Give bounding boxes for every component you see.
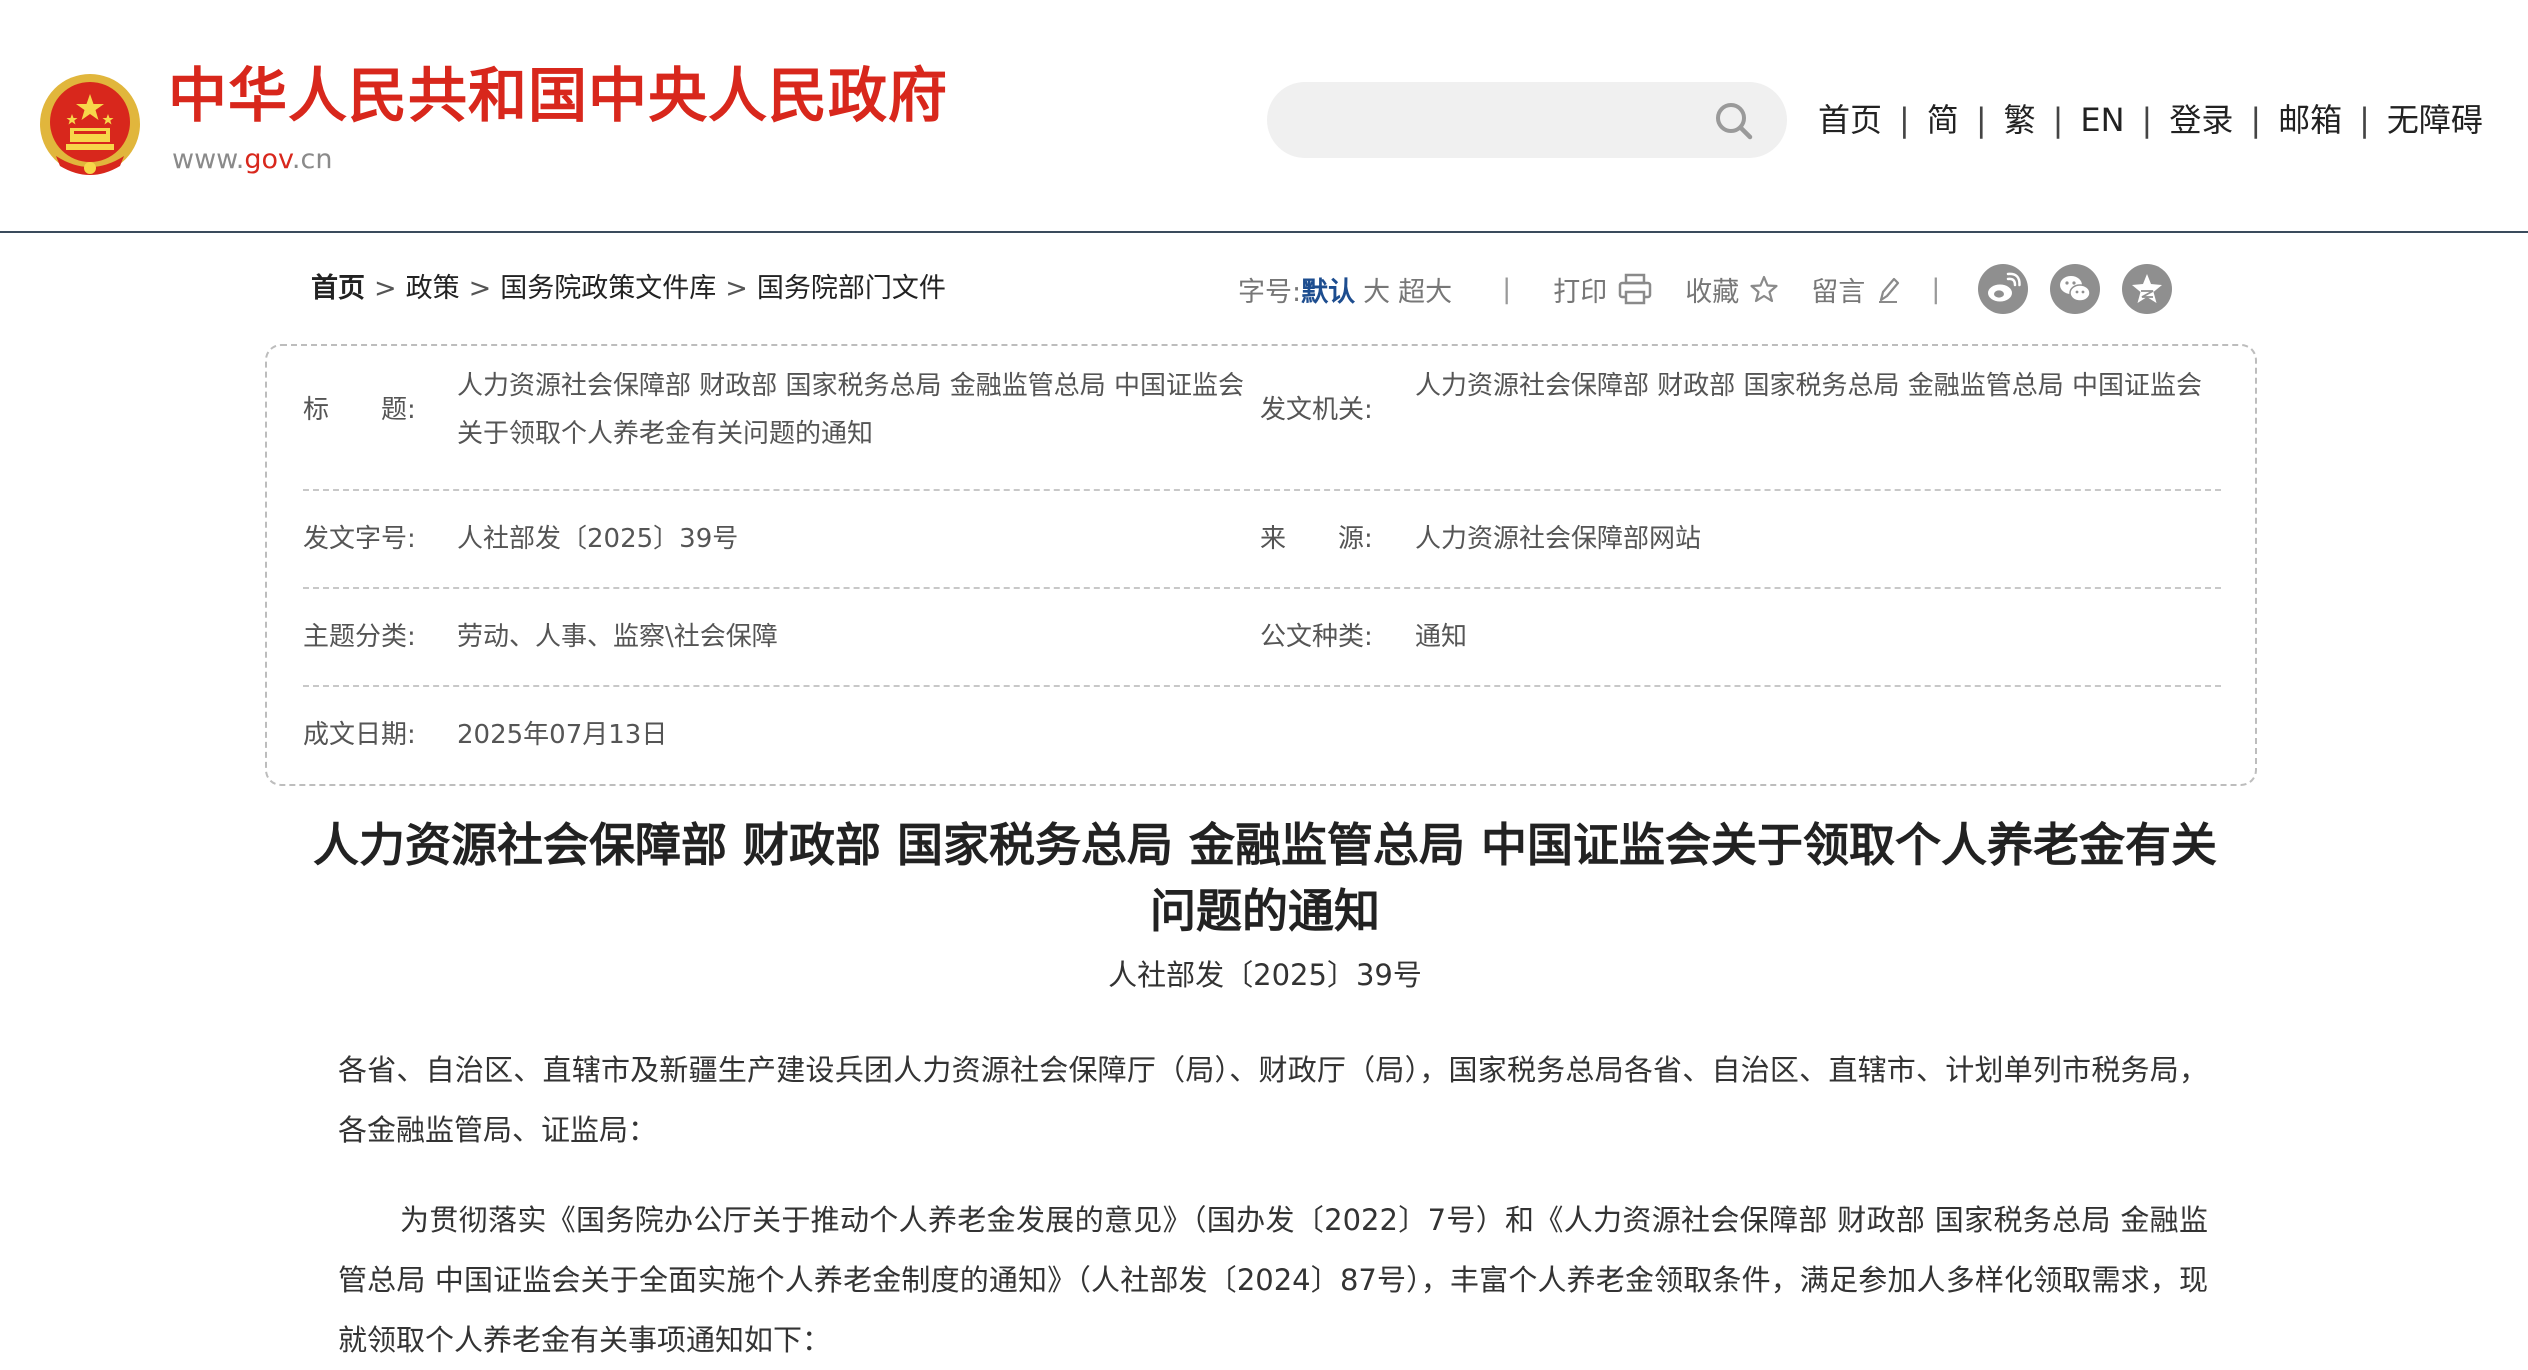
top-nav: 首页 | 简 | 繁 | EN | 登录 | 邮箱 | 无障碍 — [1818, 100, 2483, 140]
qzone-icon — [2132, 274, 2163, 303]
site-url-suffix: .cn — [291, 144, 333, 175]
breadcrumb-policy[interactable]: 政策 — [406, 273, 460, 304]
docno-value: 人社部发〔2025〕39号 — [457, 524, 739, 554]
article-addressee: 各省、自治区、直辖市及新疆生产建设兵团人力资源社会保障厅（局）、财政厅（局），国… — [338, 1053, 2208, 1147]
title-label: 标 题: — [303, 395, 416, 425]
nav-separator: | — [2359, 101, 2370, 139]
printer-icon — [1618, 273, 1652, 305]
source-label: 来 源: — [1260, 524, 1373, 554]
weibo-icon — [1988, 272, 2022, 302]
pencil-icon — [1879, 277, 1900, 303]
info-row-title: 标 题: 人力资源社会保障部 财政部 国家税务总局 金融监管总局 中国证监会关于… — [303, 346, 2221, 491]
document-info-table: 标 题: 人力资源社会保障部 财政部 国家税务总局 金融监管总局 中国证监会关于… — [265, 344, 2257, 786]
info-row-docno: 发文字号: 人社部发〔2025〕39号 来 源: 人力资源社会保障部网站 — [303, 491, 2221, 589]
topic-label: 主题分类: — [303, 622, 416, 652]
docno-label: 发文字号: — [303, 524, 416, 554]
issuer-label: 发文机关: — [1260, 395, 1373, 425]
info-row-topic: 主题分类: 劳动、人事、监察\社会保障 公文种类: 通知 — [303, 589, 2221, 687]
font-size-label: 字号: — [1238, 276, 1302, 308]
nav-separator: | — [2141, 101, 2153, 139]
breadcrumb-separator: > — [468, 273, 492, 304]
article-doc-number: 人社部发〔2025〕39号 — [1108, 958, 1422, 992]
doctype-value: 通知 — [1415, 622, 1468, 652]
nav-traditional-chinese[interactable]: 繁 — [2004, 100, 2036, 140]
nav-home[interactable]: 首页 — [1818, 100, 1882, 140]
search-input[interactable] — [1297, 100, 1677, 140]
search-icon[interactable] — [1711, 98, 1757, 144]
nav-login[interactable]: 登录 — [2169, 100, 2233, 140]
site-title[interactable]: 中华人民共和国中央人民政府 — [168, 66, 948, 125]
nav-english[interactable]: EN — [2080, 100, 2124, 140]
date-label: 成文日期: — [303, 720, 416, 750]
breadcrumb-department-documents[interactable]: 国务院部门文件 — [757, 273, 946, 304]
topic-value: 劳动、人事、监察\社会保障 — [457, 622, 778, 652]
toolbar-separator: | — [1502, 273, 1512, 305]
comment-label: 留言 — [1811, 276, 1866, 308]
site-url-highlight: gov — [244, 144, 292, 175]
favorite-label: 收藏 — [1685, 276, 1740, 308]
font-size-extra-large[interactable]: 超大 — [1398, 270, 1452, 309]
breadcrumb-policy-library[interactable]: 国务院政策文件库 — [500, 273, 716, 304]
search-box — [1267, 82, 1787, 158]
toolbar-separator: | — [1931, 273, 1941, 305]
article-toolbar: 字号: 默认 大 超大 | 打印 收藏 留言 | — [1238, 264, 2173, 314]
breadcrumb: 首页 > 政策 > 国务院政策文件库 > 国务院部门文件 — [311, 271, 946, 307]
national-emblem-logo[interactable] — [36, 70, 144, 182]
article-paragraph: 为贯彻落实《国务院办公厅关于推动个人养老金发展的意见》（国办发〔2022〕7号）… — [338, 1203, 2208, 1357]
print-button[interactable]: 打印 — [1553, 270, 1653, 309]
article-title: 人力资源社会保障部 财政部 国家税务总局 金融监管总局 中国证监会关于领取个人养… — [312, 818, 2218, 938]
title-value: 人力资源社会保障部 财政部 国家税务总局 金融监管总局 中国证监会关于领取个人养… — [457, 371, 1245, 449]
site-header: 中华人民共和国中央人民政府 www.gov.cn 首页 | 简 | 繁 | EN… — [0, 0, 2528, 233]
wechat-share-button[interactable] — [2050, 264, 2101, 314]
info-row-date: 成文日期: 2025年07月13日 — [303, 687, 2221, 783]
source-value: 人力资源社会保障部网站 — [1415, 524, 1702, 554]
nav-simplified-chinese[interactable]: 简 — [1927, 100, 1959, 140]
nav-separator: | — [2250, 101, 2262, 139]
site-url-prefix: www. — [172, 144, 245, 175]
date-value: 2025年07月13日 — [457, 720, 668, 750]
breadcrumb-separator: > — [725, 273, 748, 304]
wechat-icon — [2060, 276, 2092, 302]
font-size-default[interactable]: 默认 — [1301, 270, 1355, 309]
breadcrumb-separator: > — [374, 273, 397, 304]
site-url[interactable]: www.gov.cn — [172, 146, 332, 173]
doctype-label: 公文种类: — [1260, 622, 1373, 652]
breadcrumb-home[interactable]: 首页 — [311, 273, 365, 304]
favorite-button[interactable]: 收藏 — [1685, 270, 1779, 309]
issuer-value: 人力资源社会保障部 财政部 国家税务总局 金融监管总局 中国证监会 — [1415, 371, 2203, 401]
print-label: 打印 — [1553, 276, 1608, 308]
nav-separator: | — [1899, 101, 1910, 139]
qzone-share-button[interactable] — [2122, 264, 2173, 314]
nav-separator: | — [2052, 101, 2064, 139]
star-icon — [1750, 275, 1778, 303]
font-size-large[interactable]: 大 — [1363, 270, 1390, 309]
comment-button[interactable]: 留言 — [1811, 270, 1901, 309]
nav-separator: | — [1975, 101, 1987, 139]
nav-accessibility[interactable]: 无障碍 — [2387, 100, 2483, 140]
weibo-share-button[interactable] — [1978, 264, 2029, 314]
nav-mailbox[interactable]: 邮箱 — [2278, 100, 2342, 140]
